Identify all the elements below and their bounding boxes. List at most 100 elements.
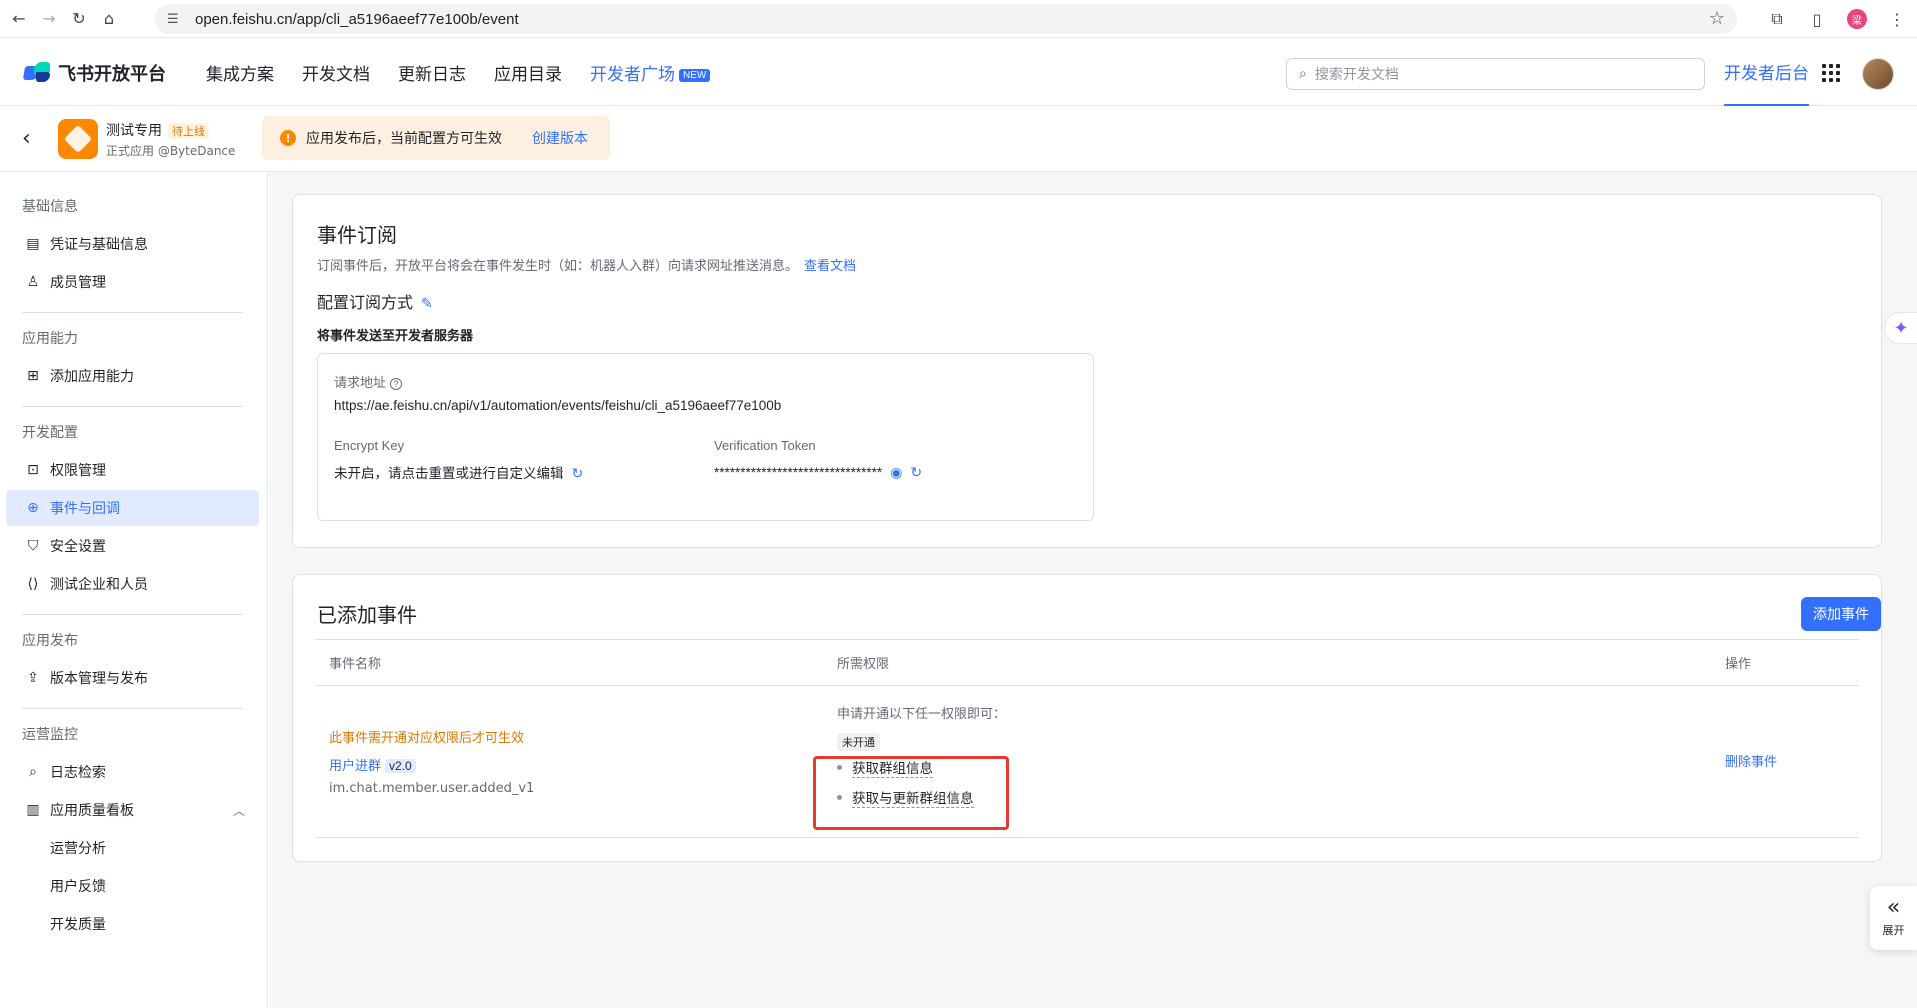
chart-icon: ▥ bbox=[26, 802, 40, 818]
address-bar[interactable]: ☰ open.feishu.cn/app/cli_a5196aeef77e100… bbox=[155, 4, 1737, 34]
forward-icon[interactable]: → bbox=[38, 8, 60, 30]
code-icon: ⟨⟩ bbox=[27, 576, 39, 592]
sidebar-item-security[interactable]: ⛉ 安全设置 bbox=[6, 528, 259, 564]
reload-icon[interactable]: ↻ bbox=[68, 8, 90, 30]
sidebar-item-quality-board[interactable]: ▥ 应用质量看板 ︿ bbox=[6, 792, 259, 828]
new-badge: NEW bbox=[679, 68, 711, 82]
sidebar-item-test-enterprise[interactable]: ⟨⟩ 测试企业和人员 bbox=[6, 566, 259, 602]
browser-menu-icon[interactable]: ⋮ bbox=[1877, 10, 1917, 29]
double-chevron-left-icon: « bbox=[1886, 895, 1901, 920]
capability-icon: ⊞ bbox=[27, 368, 39, 384]
sidebar-group-basic: 基础信息 bbox=[22, 199, 78, 215]
ai-assistant-icon[interactable]: ✦ bbox=[1884, 312, 1917, 344]
reset-icon[interactable]: ↻ bbox=[572, 465, 584, 481]
chevron-up-icon: ︿ bbox=[232, 803, 245, 818]
view-docs-link[interactable]: 查看文档 bbox=[804, 259, 856, 274]
nav-dev-plaza[interactable]: 开发者广场 NEW bbox=[590, 60, 711, 85]
notice-text: 应用发布后，当前配置方可生效 bbox=[306, 131, 502, 147]
main-content: 事件订阅 订阅事件后，开放平台将会在事件发生时（如：机器人入群）向请求网址推送消… bbox=[269, 172, 1917, 1008]
column-event-name: 事件名称 bbox=[329, 657, 382, 672]
sidebar-item-members[interactable]: ♙ 成员管理 bbox=[6, 264, 259, 300]
help-icon[interactable]: ? bbox=[390, 378, 403, 390]
app-icon bbox=[58, 119, 98, 159]
app-name: 测试专用 待上线 bbox=[106, 120, 209, 140]
dev-console-tab[interactable]: 开发者后台 bbox=[1724, 38, 1809, 106]
divider bbox=[22, 406, 243, 407]
sidebar-item-credentials[interactable]: ▤ 凭证与基础信息 bbox=[6, 226, 259, 262]
edit-icon[interactable]: ✎ bbox=[421, 296, 433, 312]
delete-event-link[interactable]: 删除事件 bbox=[1725, 751, 1777, 770]
credential-icon: ▤ bbox=[26, 236, 40, 252]
profile-avatar[interactable]: 梁 bbox=[1837, 9, 1877, 29]
site-info-icon[interactable]: ☰ bbox=[167, 12, 185, 27]
sidebar-item-log-search[interactable]: ⌕ 日志检索 bbox=[6, 754, 259, 790]
event-icon: ⊕ bbox=[27, 500, 39, 516]
column-permissions: 所需权限 bbox=[837, 657, 890, 672]
status-badge: 待上线 bbox=[168, 123, 209, 139]
added-events-card: 已添加事件 添加事件 事件名称 所需权限 操作 此事件需开通对应权限后才可生效 … bbox=[292, 574, 1882, 862]
sidebar-item-dev-quality[interactable]: 开发质量 bbox=[6, 906, 259, 942]
create-version-link[interactable]: 创建版本 bbox=[532, 128, 588, 148]
table-divider bbox=[315, 639, 1859, 640]
nav-solutions[interactable]: 集成方案 bbox=[206, 60, 274, 85]
home-icon[interactable]: ⌂ bbox=[98, 8, 120, 30]
sidebar-group-capability: 应用能力 bbox=[22, 331, 78, 347]
added-events-title: 已添加事件 bbox=[317, 603, 417, 627]
permission-hint: 申请开通以下任一权限即可： bbox=[837, 707, 1007, 722]
add-event-button[interactable]: 添加事件 bbox=[1801, 597, 1881, 631]
not-enabled-badge: 未开通 bbox=[837, 733, 880, 751]
server-config-box: 请求地址? https://ae.feishu.cn/api/v1/automa… bbox=[317, 353, 1094, 521]
user-avatar[interactable] bbox=[1862, 58, 1894, 90]
event-subscription-title: 事件订阅 bbox=[317, 223, 397, 247]
highlight-box bbox=[813, 756, 1009, 830]
member-icon: ♙ bbox=[26, 274, 40, 290]
expand-panel-button[interactable]: « 展开 bbox=[1870, 886, 1917, 950]
shield-icon: ⛉ bbox=[27, 538, 39, 554]
back-arrow-icon[interactable]: ‹ bbox=[22, 126, 31, 151]
side-panel-icon[interactable]: ▯ bbox=[1797, 10, 1837, 29]
sidebar-item-permissions[interactable]: ⊡ 权限管理 bbox=[6, 452, 259, 488]
column-actions: 操作 bbox=[1725, 657, 1752, 672]
divider bbox=[22, 312, 243, 313]
sidebar-item-add-capability[interactable]: ⊞ 添加应用能力 bbox=[6, 358, 259, 394]
warning-icon: ! bbox=[280, 130, 296, 146]
feishu-logo[interactable]: 飞书开放平台 bbox=[22, 60, 166, 86]
encrypt-key-value: 未开启，请点击重置或进行自定义编辑 ↻ bbox=[334, 465, 584, 481]
divider bbox=[22, 708, 243, 709]
sidebar-item-events[interactable]: ⊕ 事件与回调 bbox=[6, 490, 259, 526]
extensions-icon[interactable]: ⧉ bbox=[1757, 9, 1797, 29]
nav-docs[interactable]: 开发文档 bbox=[302, 60, 370, 85]
sidebar-item-user-feedback[interactable]: 用户反馈 bbox=[6, 868, 259, 904]
table-divider bbox=[315, 685, 1859, 686]
app-subtitle: 正式应用 @ByteDance bbox=[106, 144, 236, 158]
feishu-logo-icon bbox=[22, 62, 52, 84]
event-subscription-card: 事件订阅 订阅事件后，开放平台将会在事件发生时（如：机器人入群）向请求网址推送消… bbox=[292, 194, 1882, 548]
sidebar-group-release: 应用发布 bbox=[22, 633, 78, 649]
app-header: ‹ 测试专用 待上线 正式应用 @ByteDance ! 应用发布后，当前配置方可… bbox=[0, 106, 1917, 172]
app-grid-icon[interactable] bbox=[1822, 64, 1840, 82]
verification-token-label: Verification Token bbox=[714, 438, 816, 453]
url-text: open.feishu.cn/app/cli_a5196aeef77e100b/… bbox=[195, 10, 519, 28]
search-icon: ⌕ bbox=[1299, 66, 1307, 82]
sidebar-group-dev-config: 开发配置 bbox=[22, 425, 78, 441]
sidebar-group-monitoring: 运营监控 bbox=[22, 727, 78, 743]
sidebar-item-ops-analysis[interactable]: 运营分析 bbox=[6, 830, 259, 866]
sidebar: 基础信息 ▤ 凭证与基础信息 ♙ 成员管理 应用能力 ⊞ 添加应用能力 开发配置 ⊡ 权… bbox=[0, 172, 268, 1008]
bookmark-star-icon[interactable]: ☆ bbox=[1709, 8, 1725, 29]
event-key: im.chat.member.user.added_v1 bbox=[329, 781, 535, 796]
event-name-link[interactable]: 用户进群 bbox=[329, 759, 381, 774]
permission-icon: ⊡ bbox=[27, 462, 39, 478]
send-to-server-label: 将事件发送至开发者服务器 bbox=[317, 329, 474, 344]
publish-notice: ! 应用发布后，当前配置方可生效 创建版本 bbox=[262, 116, 610, 160]
event-subscription-desc: 订阅事件后，开放平台将会在事件发生时（如：机器人入群）向请求网址推送消息。 查看文… bbox=[317, 259, 857, 274]
nav-changelog[interactable]: 更新日志 bbox=[398, 60, 466, 85]
request-url-label: 请求地址? bbox=[334, 372, 403, 391]
nav-app-directory[interactable]: 应用目录 bbox=[494, 60, 562, 85]
sidebar-item-release[interactable]: ⇪ 版本管理与发布 bbox=[6, 660, 259, 696]
refresh-token-icon[interactable]: ↻ bbox=[910, 464, 922, 480]
search-input[interactable]: ⌕ 搜索开发文档 bbox=[1286, 58, 1705, 90]
back-icon[interactable]: ← bbox=[8, 8, 30, 30]
release-icon: ⇪ bbox=[27, 670, 39, 686]
eye-icon[interactable]: ◉ bbox=[890, 464, 902, 480]
encrypt-key-label: Encrypt Key bbox=[334, 438, 405, 453]
